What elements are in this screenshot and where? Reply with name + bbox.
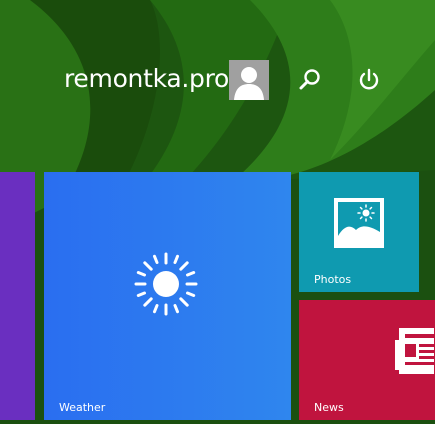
- power-button[interactable]: [355, 66, 383, 94]
- search-icon: [299, 69, 320, 90]
- power-icon: [359, 68, 379, 90]
- start-header: remontka.pro: [0, 58, 435, 106]
- tile-news-label: News: [314, 401, 344, 414]
- sun-icon: [134, 252, 198, 316]
- search-button[interactable]: [296, 66, 324, 94]
- tile-partial[interactable]: [0, 172, 35, 420]
- newspaper-icon: [395, 328, 434, 374]
- photo-icon: [334, 198, 384, 248]
- tile-photos-label: Photos: [314, 273, 352, 286]
- user-name[interactable]: remontka.pro: [64, 64, 229, 93]
- tile-weather[interactable]: Weather: [44, 172, 291, 420]
- tile-weather-label: Weather: [59, 401, 106, 414]
- user-avatar-icon[interactable]: [229, 60, 269, 100]
- tile-photos[interactable]: Photos: [299, 172, 419, 292]
- tile-news[interactable]: News: [299, 300, 435, 420]
